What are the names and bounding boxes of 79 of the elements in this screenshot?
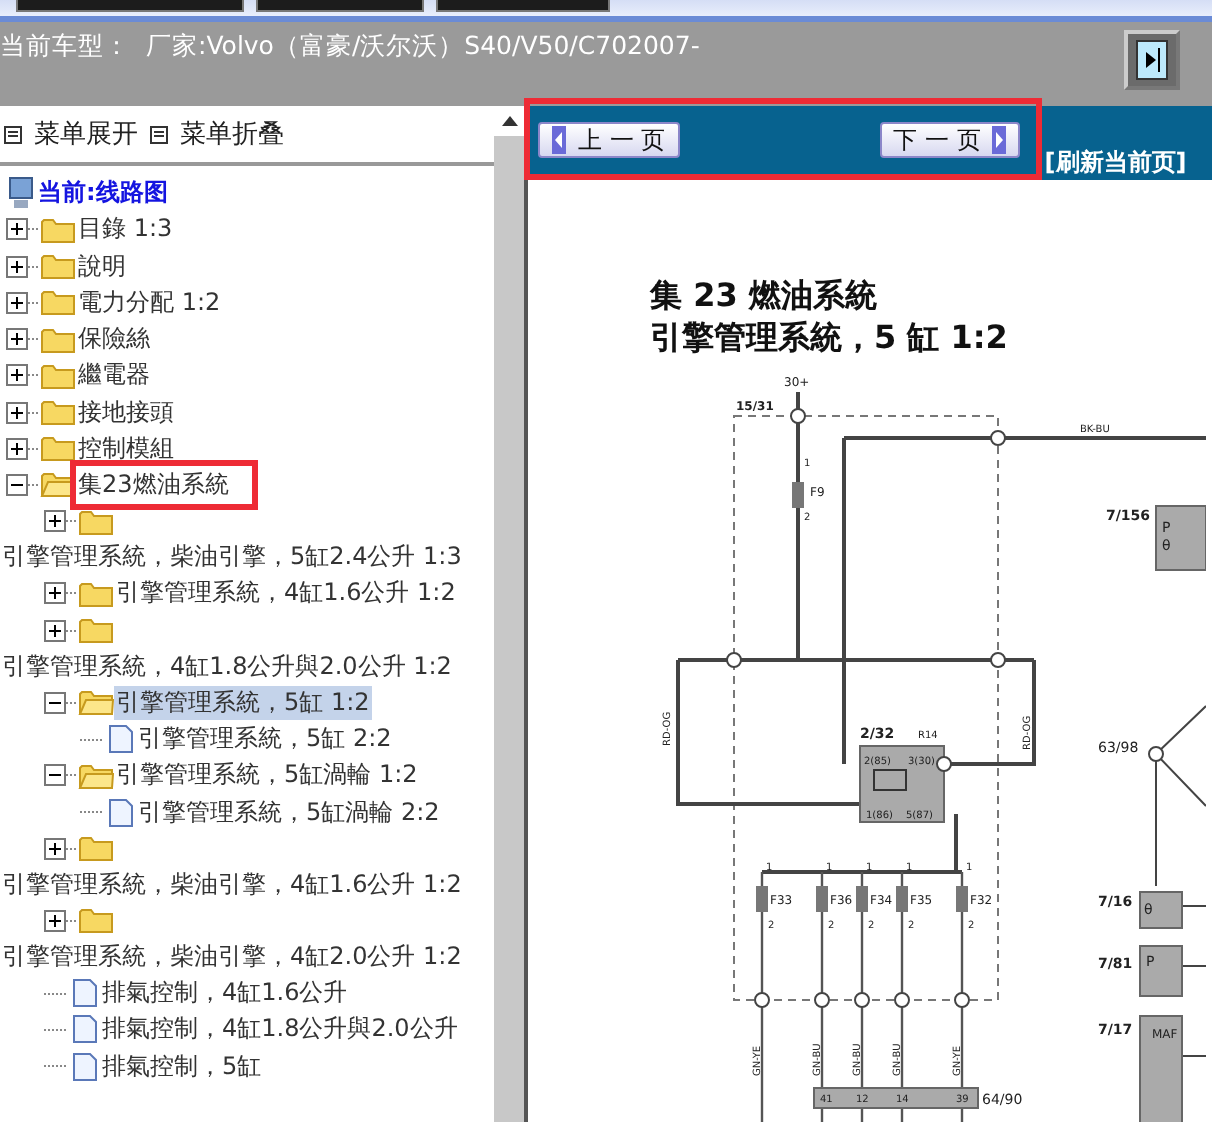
- expand-icon[interactable]: [44, 619, 76, 642]
- document-icon: [70, 1014, 100, 1045]
- toolbar-button[interactable]: [436, 0, 610, 12]
- folder-icon: [40, 252, 76, 281]
- diagram-title: 集 23 燃油系統: [650, 276, 877, 314]
- expand-icon[interactable]: [44, 837, 76, 860]
- tree-item[interactable]: 引擎管理系統，5缸渦輪 2:2: [136, 795, 442, 829]
- tree-item[interactable]: 說明: [76, 249, 128, 284]
- folder-icon: [40, 215, 76, 244]
- computer-icon: [6, 176, 36, 211]
- expand-icon[interactable]: [6, 218, 38, 241]
- tree-line: [44, 1027, 68, 1032]
- expand-icon[interactable]: [6, 364, 38, 387]
- tree-line: [44, 991, 68, 996]
- vehicle-label: 当前车型：: [0, 30, 130, 64]
- folder-icon: [40, 361, 76, 390]
- left-arrow-icon: [552, 126, 566, 154]
- scrollbar[interactable]: [494, 106, 524, 1122]
- tree-line: [44, 1064, 68, 1069]
- refresh-link[interactable]: [刷新当前页]: [1044, 146, 1187, 180]
- tree-item[interactable]: 排氣控制，4缸1.6公升: [100, 976, 350, 1011]
- expand-icon[interactable]: [44, 510, 76, 533]
- tree-item[interactable]: 当前:线路图: [36, 176, 170, 211]
- open-folder-icon: [78, 688, 114, 717]
- previous-page-button[interactable]: 上 一 页: [538, 122, 680, 158]
- toolbar-button[interactable]: [16, 0, 244, 12]
- tree-line: [80, 810, 104, 814]
- menu-link[interactable]: 菜单展开: [4, 116, 138, 152]
- document-icon: [70, 1051, 100, 1082]
- tree-item[interactable]: 引擎管理系統，柴油引擎，4缸1.6公升 1:2: [0, 867, 464, 902]
- folder-icon: [40, 325, 76, 354]
- tree-item[interactable]: 引擎管理系統，5缸渦輪 1:2: [114, 758, 420, 793]
- tree-item[interactable]: 電力分配 1:2: [76, 285, 223, 320]
- tree-item[interactable]: 接地接頭: [76, 395, 176, 430]
- next-page-button[interactable]: 下 一 页: [879, 122, 1021, 158]
- diagram-title: 引擎管理系統，5 缸 1:2: [650, 318, 1008, 356]
- exit-button[interactable]: [1124, 30, 1180, 90]
- folder-icon: [78, 579, 114, 608]
- tree-item[interactable]: 保險絲: [76, 322, 152, 357]
- folder-icon: [78, 507, 114, 536]
- vehicle-model: 厂家:Volvo（富豪/沃尔沃）S40/V50/C702007-: [146, 30, 700, 64]
- collapse-icon[interactable]: [44, 764, 76, 787]
- tree-item[interactable]: 引擎管理系統，4缸1.8公升與2.0公升 1:2: [0, 649, 454, 684]
- expand-icon[interactable]: [44, 582, 76, 605]
- document-icon: [106, 724, 136, 755]
- expand-icon[interactable]: [44, 909, 76, 932]
- open-folder-icon: [78, 761, 114, 790]
- document-icon: [106, 797, 136, 827]
- folder-icon: [40, 398, 76, 427]
- expand-icon[interactable]: [6, 255, 38, 278]
- expand-icon[interactable]: [6, 291, 38, 314]
- tree-item[interactable]: 引擎管理系統，5缸 1:2: [114, 685, 372, 720]
- document-icon: [70, 978, 100, 1009]
- folder-icon: [40, 288, 76, 317]
- expand-icon[interactable]: [6, 437, 38, 460]
- folder-icon: [78, 616, 114, 645]
- right-arrow-icon: [992, 126, 1007, 154]
- tree-item[interactable]: 繼電器: [76, 358, 152, 393]
- folder-icon: [78, 834, 114, 863]
- tree-item[interactable]: 目錄 1:3: [76, 212, 175, 247]
- scroll-up-icon[interactable]: [501, 116, 517, 126]
- expand-icon[interactable]: [6, 401, 38, 424]
- folder-icon: [40, 434, 76, 463]
- menu-link[interactable]: 菜单折叠: [150, 116, 284, 152]
- tree-item[interactable]: 集23燃油系統: [70, 459, 259, 510]
- tree-line: [80, 737, 104, 742]
- tree-item[interactable]: 引擎管理系統，4缸1.6公升 1:2: [114, 576, 458, 611]
- tree-item[interactable]: 引擎管理系統，柴油引擎，5缸2.4公升 1:3: [0, 540, 464, 575]
- toolbar-button[interactable]: [256, 0, 424, 12]
- tree-item[interactable]: 引擎管理系統，5缸 2:2: [136, 722, 394, 757]
- expand-icon[interactable]: [6, 328, 38, 351]
- tree-item[interactable]: 引擎管理系統，柴油引擎，4缸2.0公升 1:2: [0, 939, 464, 974]
- collapse-icon[interactable]: [6, 473, 38, 496]
- list-icon: [4, 125, 22, 143]
- collapse-icon[interactable]: [44, 691, 76, 714]
- folder-icon: [78, 906, 114, 935]
- tree-item[interactable]: 排氣控制，4缸1.8公升與2.0公升: [100, 1012, 460, 1047]
- tree-item[interactable]: 排氣控制，5缸: [100, 1049, 264, 1084]
- list-icon: [150, 125, 168, 143]
